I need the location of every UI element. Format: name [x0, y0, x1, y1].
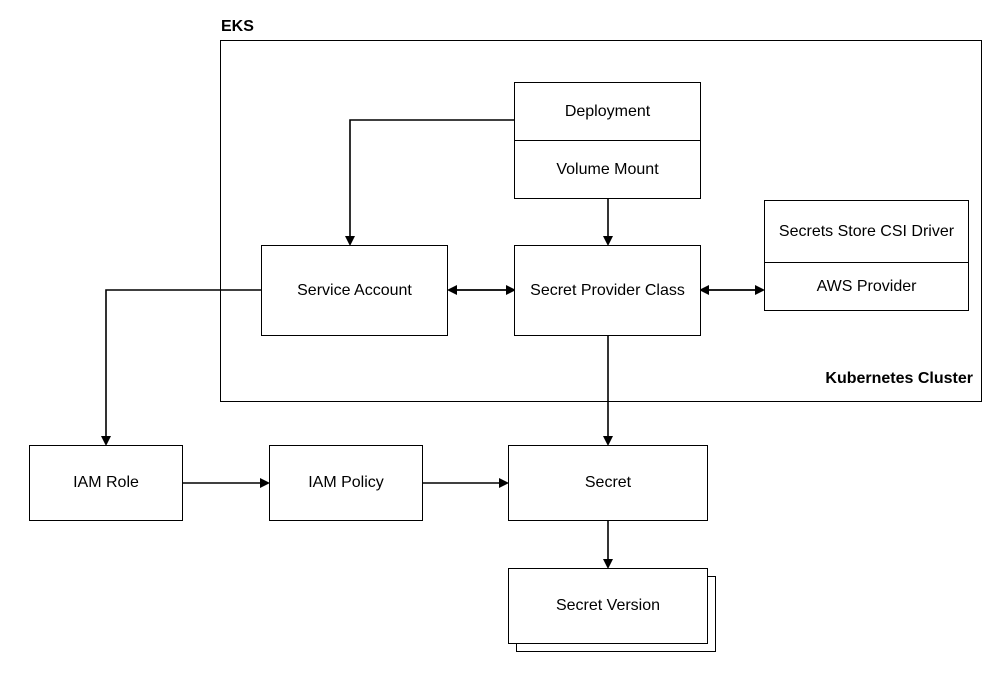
- csi-driver-label: Secrets Store CSI Driver: [765, 201, 968, 262]
- secret-version-label: Secret Version: [556, 597, 660, 615]
- secret-version-box: Secret Version: [508, 568, 708, 644]
- csi-driver-box: Secrets Store CSI Driver AWS Provider: [764, 200, 969, 311]
- iam-policy-box: IAM Policy: [269, 445, 423, 521]
- deployment-box: Deployment Volume Mount: [514, 82, 701, 199]
- secret-provider-class-box: Secret Provider Class: [514, 245, 701, 336]
- service-account-label: Service Account: [297, 282, 412, 300]
- volume-mount-label: Volume Mount: [515, 140, 700, 198]
- diagram-canvas: EKS Kubernetes Cluster Deployment Volume…: [0, 0, 1003, 693]
- deployment-label: Deployment: [515, 83, 700, 140]
- aws-provider-label: AWS Provider: [765, 262, 968, 310]
- iam-role-box: IAM Role: [29, 445, 183, 521]
- iam-policy-label: IAM Policy: [308, 474, 384, 492]
- secret-label: Secret: [585, 474, 631, 492]
- service-account-box: Service Account: [261, 245, 448, 336]
- k8s-cluster-label: Kubernetes Cluster: [825, 370, 973, 388]
- iam-role-label: IAM Role: [73, 474, 139, 492]
- secret-provider-class-label: Secret Provider Class: [530, 282, 685, 300]
- eks-label: EKS: [221, 18, 254, 36]
- secret-box: Secret: [508, 445, 708, 521]
